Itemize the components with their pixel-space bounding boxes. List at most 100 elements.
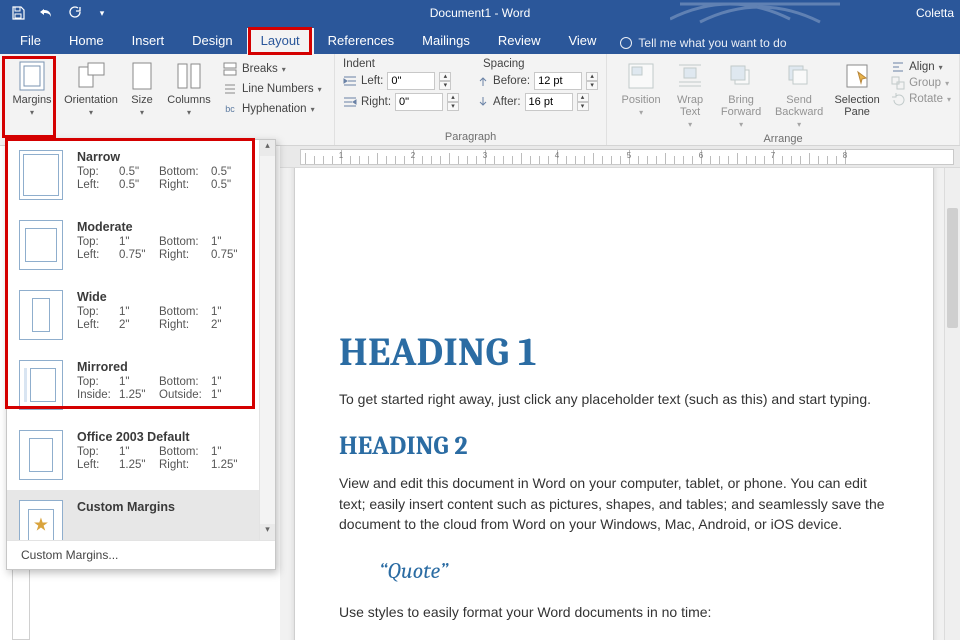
tab-mailings[interactable]: Mailings: [408, 28, 484, 54]
paragraph-group-label: Paragraph: [343, 129, 598, 143]
preset-name: Custom Margins: [77, 500, 257, 514]
dropdown-scrollbar[interactable]: ▴ ▾: [259, 140, 275, 540]
selection-pane-button[interactable]: Selection Pane: [829, 58, 885, 131]
margin-preset-o2003[interactable]: Office 2003 DefaultTop:1"Bottom:1"Left:1…: [7, 420, 275, 490]
vertical-ruler[interactable]: [12, 560, 30, 640]
indent-right-up[interactable]: ▴: [447, 93, 459, 102]
page[interactable]: HEADING 1 To get started right away, jus…: [294, 168, 934, 640]
indent-right-icon: [343, 96, 357, 108]
line-numbers-icon: [222, 81, 238, 97]
spacing-after-up[interactable]: ▴: [577, 93, 589, 102]
horizontal-ruler[interactable]: 12345678: [280, 146, 960, 168]
ruler-number: 7: [771, 151, 775, 160]
margin-preset-wide[interactable]: WideTop:1"Bottom:1"Left:2"Right:2": [7, 280, 275, 350]
ruler-number: 5: [627, 151, 631, 160]
lightbulb-icon: [620, 37, 632, 49]
margins-dropdown: NarrowTop:0.5"Bottom:0.5"Left:0.5"Right:…: [6, 139, 276, 570]
ruler-number: 6: [699, 151, 703, 160]
decorative-lines: [670, 0, 850, 24]
margin-thumb-icon: ★: [19, 500, 63, 540]
columns-button[interactable]: Columns▾: [162, 58, 216, 119]
custom-margins-menuitem[interactable]: Custom Margins...: [7, 540, 275, 569]
heading-2[interactable]: HEADING 2: [339, 431, 889, 461]
tab-insert[interactable]: Insert: [118, 28, 179, 54]
body-paragraph[interactable]: To get started right away, just click an…: [339, 389, 889, 409]
spacing-before-icon: [477, 75, 489, 87]
margin-preset-custom[interactable]: ★ Custom Margins: [7, 490, 275, 540]
scrollbar-thumb[interactable]: [947, 208, 958, 328]
scroll-up-icon[interactable]: ▴: [260, 140, 275, 156]
tab-review[interactable]: Review: [484, 28, 555, 54]
ruler-number: 1: [339, 151, 343, 160]
line-numbers-button[interactable]: Line Numbers ▾: [220, 80, 330, 98]
vertical-scrollbar[interactable]: [944, 168, 960, 640]
breaks-button[interactable]: Breaks ▾: [220, 60, 330, 78]
send-backward-button[interactable]: Send Backward▾: [769, 58, 829, 131]
orientation-button[interactable]: Orientation▾: [60, 58, 122, 119]
tab-view[interactable]: View: [554, 28, 610, 54]
ruler-number: 8: [843, 151, 847, 160]
heading-1[interactable]: HEADING 1: [339, 329, 889, 375]
body-paragraph[interactable]: Use styles to easily format your Word do…: [339, 602, 889, 622]
spacing-before-down[interactable]: ▾: [586, 81, 598, 90]
ruler-number: 4: [555, 151, 559, 160]
align-icon: [891, 60, 905, 74]
group-icon: [891, 76, 905, 90]
bring-forward-button[interactable]: Bring Forward▾: [713, 58, 769, 131]
margin-thumb-icon: [19, 290, 63, 340]
title-bar: ▾ Document1 - Word Coletta: [0, 0, 960, 26]
indent-right-down[interactable]: ▾: [447, 102, 459, 111]
quote-text[interactable]: “Quote”: [379, 558, 889, 584]
tab-layout[interactable]: Layout: [247, 28, 314, 54]
redo-icon[interactable]: [62, 2, 86, 24]
margins-button[interactable]: Margins▾: [4, 58, 60, 119]
body-paragraph[interactable]: View and edit this document in Word on y…: [339, 473, 889, 534]
spacing-after-input[interactable]: [525, 93, 573, 111]
ribbon: Margins▾ Orientation▾ Size▾ Columns▾ Bre…: [0, 54, 960, 146]
tab-home[interactable]: Home: [55, 28, 118, 54]
columns-icon: [173, 60, 205, 92]
margin-preset-mirrored[interactable]: MirroredTop:1"Bottom:1"Inside:1.25"Outsi…: [7, 350, 275, 420]
indent-right-field: Right: ▴▾: [343, 93, 459, 111]
tab-design[interactable]: Design: [178, 28, 246, 54]
ruler-number: 3: [483, 151, 487, 160]
position-icon: [625, 60, 657, 92]
spacing-before-input[interactable]: [534, 72, 582, 90]
bring-forward-icon: [725, 60, 757, 92]
wrap-text-button[interactable]: Wrap Text▾: [667, 58, 713, 131]
spacing-after-icon: [477, 96, 489, 108]
margin-thumb-icon: [19, 150, 63, 200]
spacing-after-down[interactable]: ▾: [577, 102, 589, 111]
user-name[interactable]: Coletta: [916, 6, 954, 20]
qat-customize-icon[interactable]: ▾: [90, 2, 114, 24]
position-button[interactable]: Position▾: [615, 58, 667, 131]
indent-label: Indent: [343, 58, 461, 70]
size-button[interactable]: Size▾: [122, 58, 162, 119]
scroll-down-icon[interactable]: ▾: [260, 524, 275, 540]
save-icon[interactable]: [6, 2, 30, 24]
indent-left-down[interactable]: ▾: [439, 81, 451, 90]
spacing-after-field: After: ▴▾: [477, 93, 598, 111]
group-button[interactable]: Group ▾: [891, 76, 951, 90]
quick-access-toolbar: ▾: [6, 2, 114, 24]
margin-preset-moderate[interactable]: ModerateTop:1"Bottom:1"Left:0.75"Right:0…: [7, 210, 275, 280]
rotate-button[interactable]: Rotate ▾: [891, 92, 951, 106]
indent-left-input[interactable]: [387, 72, 435, 90]
ribbon-tabs: File Home Insert Design Layout Reference…: [0, 26, 960, 54]
undo-icon[interactable]: [34, 2, 58, 24]
indent-right-input[interactable]: [395, 93, 443, 111]
tab-file[interactable]: File: [6, 28, 55, 54]
tell-me-search[interactable]: Tell me what you want to do: [610, 32, 796, 54]
wrap-text-icon: [674, 60, 706, 92]
margin-thumb-icon: [19, 430, 63, 480]
margins-icon: [16, 60, 48, 92]
document-title: Document1 - Word: [430, 6, 530, 20]
spacing-before-up[interactable]: ▴: [586, 72, 598, 81]
align-button[interactable]: Align ▾: [891, 60, 951, 74]
margin-preset-narrow[interactable]: NarrowTop:0.5"Bottom:0.5"Left:0.5"Right:…: [7, 140, 275, 210]
send-backward-icon: [783, 60, 815, 92]
indent-left-up[interactable]: ▴: [439, 72, 451, 81]
tab-references[interactable]: References: [314, 28, 408, 54]
hyphenation-button[interactable]: bcHyphenation ▾: [220, 100, 330, 118]
spacing-before-field: Before: ▴▾: [477, 72, 598, 90]
